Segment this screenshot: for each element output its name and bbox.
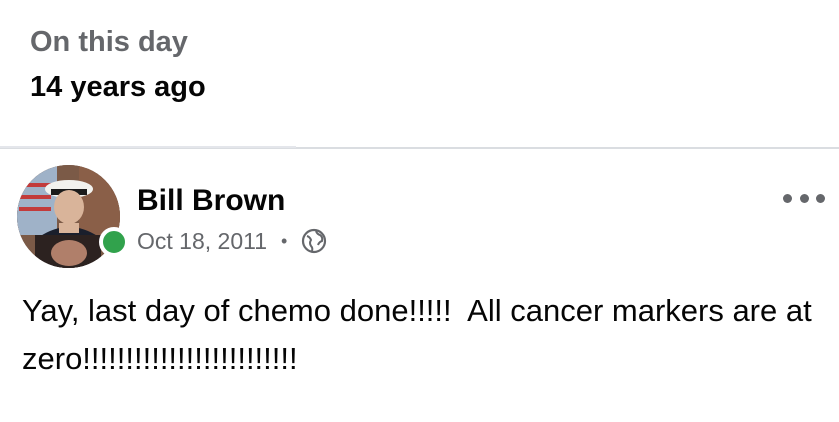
memory-years-ago: 14 years ago	[30, 71, 206, 103]
meta-separator: •	[281, 231, 288, 251]
more-dot	[783, 193, 792, 203]
online-status-indicator	[99, 227, 129, 257]
more-options-icon[interactable]	[783, 186, 825, 210]
globe-icon[interactable]	[301, 228, 327, 254]
post-meta: Oct 18, 2011 •	[137, 225, 327, 257]
author-name[interactable]: Bill Brown	[137, 182, 285, 220]
memory-header: On this day 14 years ago	[30, 22, 206, 107]
post-text: Yay, last day of chemo done!!!!! All can…	[22, 293, 821, 376]
memory-label: On this day	[30, 26, 188, 58]
post-date[interactable]: Oct 18, 2011	[137, 225, 267, 257]
more-dot	[816, 193, 825, 203]
more-dot	[799, 193, 809, 203]
section-divider-accent	[0, 146, 296, 148]
